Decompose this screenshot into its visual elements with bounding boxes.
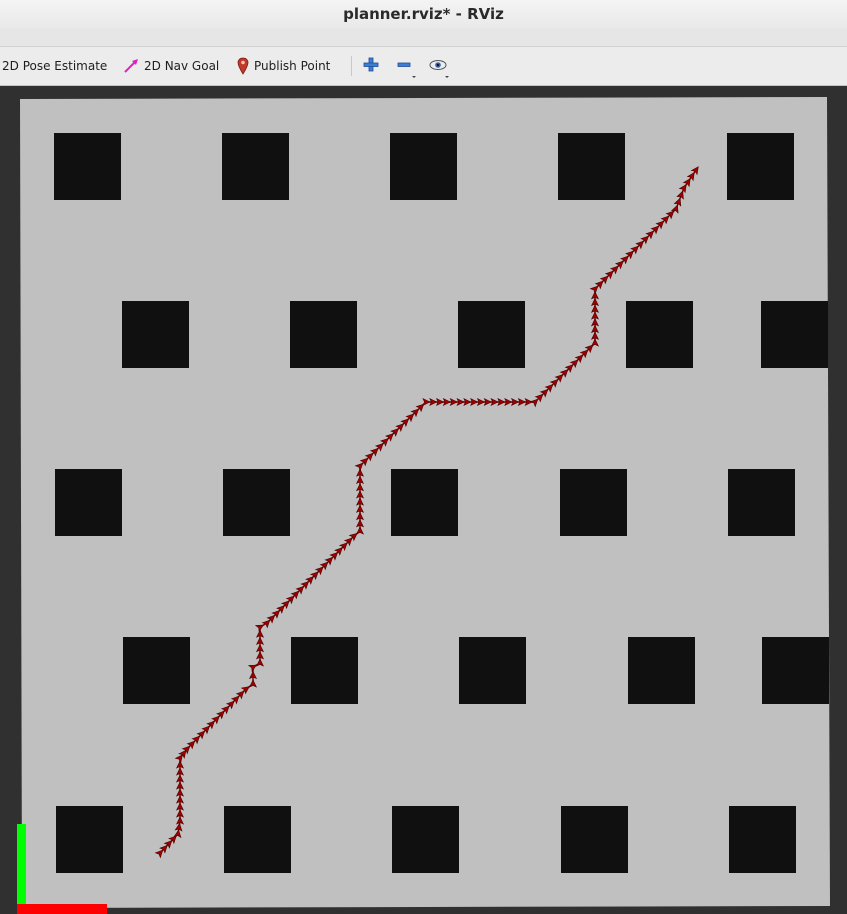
zoom-out-icon	[397, 62, 416, 78]
pose-estimate-label: 2D Pose Estimate	[2, 59, 108, 73]
publish-point-label: Publish Point	[254, 59, 331, 73]
toolbar-separator	[351, 56, 352, 76]
zoom-in-icon	[363, 57, 379, 72]
x-axis-marker	[17, 904, 107, 914]
obstacle-block	[458, 301, 525, 368]
nav-goal-arrow-icon	[124, 59, 138, 73]
render-viewport[interactable]	[0, 86, 847, 914]
pose-estimate-tool[interactable]: 2D Pose Estimate	[2, 47, 107, 85]
toolbar: 2D Pose Estimate 2D Nav Goal Publish Poi…	[0, 47, 847, 86]
zoom-in-button[interactable]	[361, 55, 385, 77]
obstacle-block	[762, 637, 829, 704]
window-titlebar: planner.rviz* - RViz	[0, 0, 847, 28]
eye-icon	[429, 60, 449, 78]
obstacle-block	[727, 133, 794, 200]
obstacle-block	[290, 301, 357, 368]
obstacle-block	[561, 806, 628, 873]
obstacle-block	[390, 133, 457, 200]
obstacle-block	[558, 133, 625, 200]
obstacle-block	[122, 301, 189, 368]
map-pin-icon	[237, 57, 249, 75]
map-scene[interactable]	[0, 86, 847, 914]
obstacle-block	[224, 806, 291, 873]
obstacle-block	[459, 637, 526, 704]
obstacle-block	[560, 469, 627, 536]
obstacle-block	[223, 469, 290, 536]
y-axis-marker	[17, 824, 26, 908]
obstacle-block	[56, 806, 123, 873]
obstacle-block	[628, 637, 695, 704]
nav-goal-tool[interactable]: 2D Nav Goal	[123, 47, 219, 85]
obstacle-block	[761, 301, 828, 368]
menubar	[0, 28, 847, 47]
publish-point-tool[interactable]: Publish Point	[237, 47, 330, 85]
obstacle-block	[729, 806, 796, 873]
zoom-out-button[interactable]	[395, 55, 419, 78]
obstacle-block	[391, 469, 458, 536]
obstacle-block	[728, 469, 795, 536]
obstacle-block	[222, 133, 289, 200]
nav-goal-label: 2D Nav Goal	[144, 59, 220, 73]
obstacle-block	[123, 637, 190, 704]
obstacle-block	[54, 133, 121, 200]
camera-view-button[interactable]	[428, 55, 452, 78]
obstacle-block	[626, 301, 693, 368]
obstacle-block	[392, 806, 459, 873]
obstacle-block	[291, 637, 358, 704]
obstacle-block	[55, 469, 122, 536]
window-title: planner.rviz* - RViz	[343, 5, 504, 23]
